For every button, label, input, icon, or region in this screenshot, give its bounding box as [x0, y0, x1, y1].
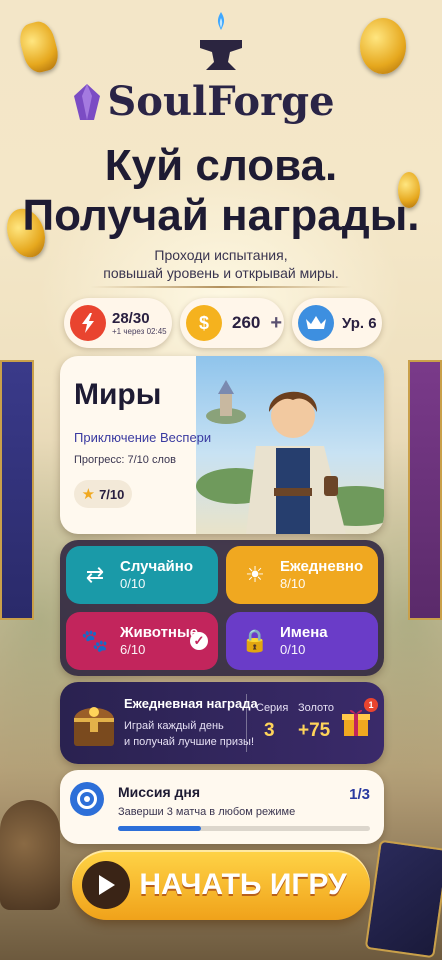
- energy-timer: +1 через 02:45: [112, 327, 167, 336]
- coin-decoration: [360, 18, 406, 74]
- worlds-title: Миры: [74, 378, 162, 411]
- world-name: Приключение Веспери: [74, 430, 212, 445]
- level-pill[interactable]: Ур. 6: [292, 298, 382, 348]
- coins-value: 260: [232, 313, 261, 332]
- mode-random[interactable]: ⇄ Случайно 0/10: [66, 546, 218, 604]
- energy-pill[interactable]: 28/30 +1 через 02:45: [64, 298, 172, 348]
- banner-left: [0, 360, 34, 620]
- streak-value: 3: [264, 720, 275, 741]
- subtitle-line1: Проходи испытания,: [154, 247, 288, 263]
- reward-desc-line2: и получай лучшие призы!: [124, 736, 255, 748]
- mission-count: 1/3: [349, 786, 370, 803]
- mode-value: 6/10: [120, 642, 146, 657]
- daily-reward-card[interactable]: Ежедневная награда Играй каждый день и п…: [60, 682, 384, 764]
- mode-daily[interactable]: ☀ Ежедневно 8/10: [226, 546, 378, 604]
- add-coins-button[interactable]: +: [270, 312, 282, 335]
- lightning-icon: [70, 305, 106, 341]
- mission-progress-track: [118, 826, 370, 831]
- anvil-logo-icon: [200, 12, 242, 70]
- sun-icon: ☀: [245, 562, 265, 587]
- check-icon: ✓: [190, 632, 208, 650]
- stars-badge: ★ 7/10: [74, 480, 132, 508]
- app-logo: SoulForge: [107, 78, 335, 125]
- headline-line1: Куй слова.: [104, 141, 338, 190]
- mode-value: 0/10: [280, 642, 306, 657]
- start-game-button[interactable]: НАЧАТЬ ИГРУ: [72, 850, 370, 920]
- treasure-chest-icon: [74, 707, 114, 746]
- mode-value: 0/10: [120, 576, 146, 591]
- paw-icon: 🐾: [81, 628, 109, 653]
- gold-label: Золото: [298, 702, 334, 714]
- reward-title: Ежедневная награда: [124, 696, 258, 711]
- streak-label: Серия: [256, 702, 289, 714]
- star-icon: ★: [81, 485, 96, 503]
- start-game-label: НАЧАТЬ ИГРУ: [139, 868, 347, 901]
- worlds-card[interactable]: Миры Приключение Веспери Прогресс: 7/10 …: [60, 356, 384, 534]
- modes-panel: ⇄ Случайно 0/10 ☀ Ежедневно 8/10 🐾 Животны…: [60, 540, 384, 676]
- gift-badge: 1: [364, 698, 378, 712]
- world-progress: Прогресс: 7/10 слов: [74, 454, 176, 466]
- mission-title: Миссия дня: [118, 784, 201, 800]
- gold-value: +75: [298, 720, 331, 741]
- mission-card[interactable]: Миссия дня Заверши 3 матча в любом режим…: [60, 770, 384, 844]
- mode-label: Имена: [280, 624, 328, 641]
- world-illustration: [196, 356, 384, 534]
- mode-label: Ежедневно: [280, 558, 364, 575]
- crown-icon: [298, 305, 334, 341]
- target-icon: [70, 782, 104, 816]
- mode-names[interactable]: 🔒 Имена 0/10: [226, 612, 378, 670]
- level-value: Ур. 6: [342, 314, 377, 332]
- play-icon: [82, 861, 130, 909]
- mode-animals[interactable]: 🐾 Животные 6/10 ✓: [66, 612, 218, 670]
- shuffle-icon: ⇄: [85, 562, 105, 587]
- divider: [90, 286, 352, 288]
- coins-pill[interactable]: $ 260 +: [180, 298, 284, 348]
- treasure-bag-decoration: [0, 800, 60, 910]
- headline-line2: Получай награды.: [22, 191, 420, 240]
- mode-value: 8/10: [280, 576, 306, 591]
- mode-label: Случайно: [120, 558, 194, 575]
- mode-label: Животные: [120, 624, 199, 641]
- lock-icon: 🔒: [241, 628, 269, 653]
- reward-desc-line1: Играй каждый день: [124, 720, 224, 732]
- hero-illustration: [196, 380, 384, 534]
- subtitle-line2: повышай уровень и открывай миры.: [103, 265, 339, 281]
- subtitle: Проходи испытания, повышай уровень и отк…: [0, 246, 442, 282]
- mission-desc: Заверши 3 матча в любом режиме: [118, 806, 296, 818]
- banner-right: [408, 360, 442, 620]
- mission-progress-fill: [118, 826, 202, 831]
- reward-separator: [246, 694, 247, 752]
- stars-value: 7/10: [99, 486, 125, 502]
- coin-icon: $: [186, 305, 222, 341]
- energy-value: 28/30: [112, 310, 150, 327]
